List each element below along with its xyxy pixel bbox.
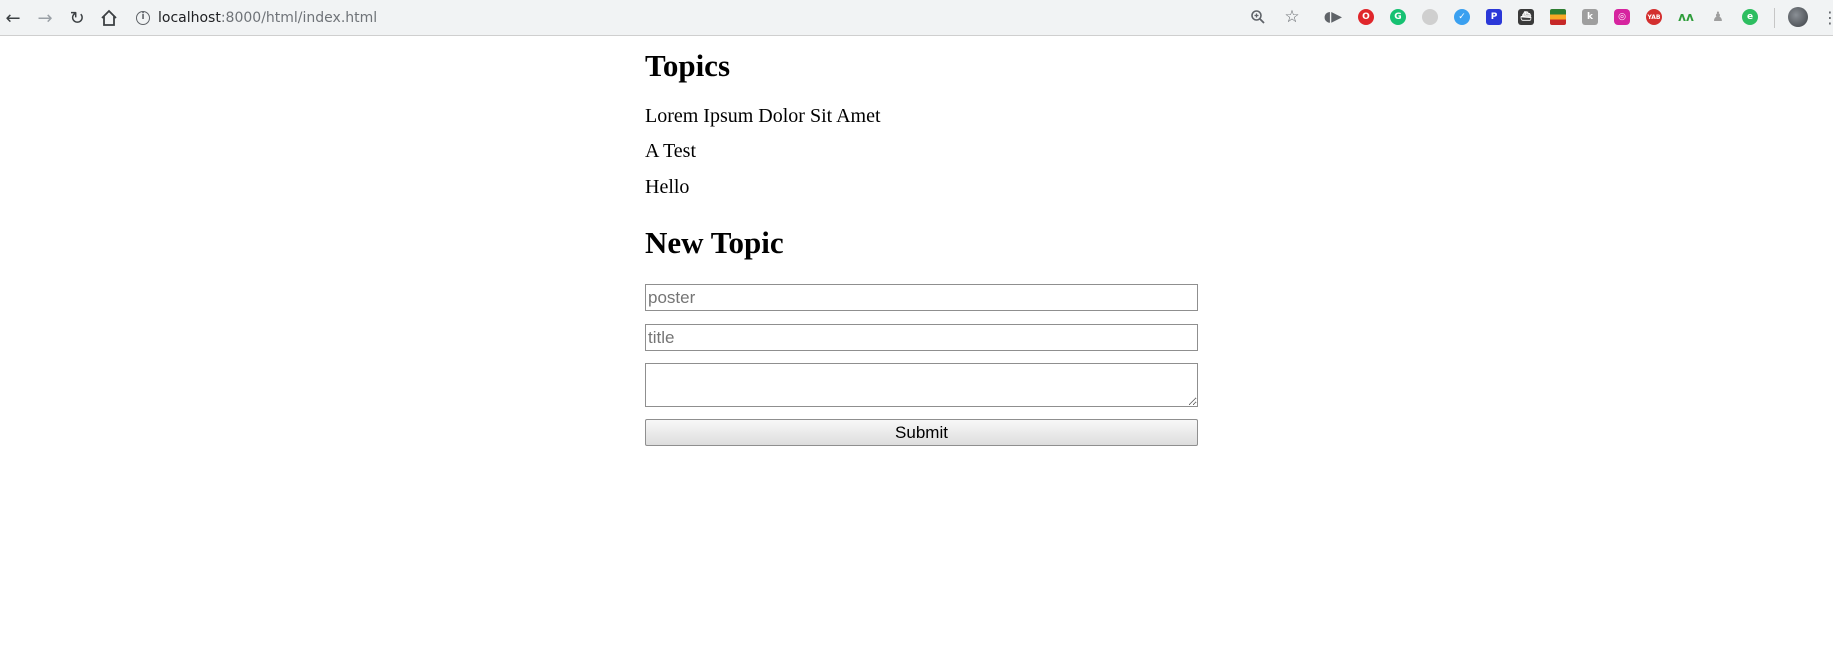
instagram-extension-icon[interactable]: ◎ — [1614, 9, 1630, 25]
colorbars-extension-icon[interactable] — [1550, 9, 1566, 25]
url-host: localhost — [158, 10, 221, 26]
p-extension-icon[interactable]: P — [1486, 9, 1502, 25]
home-icon-svg — [101, 9, 117, 26]
topics-heading: Topics — [645, 48, 731, 83]
zoom-icon[interactable] — [1249, 8, 1267, 26]
topic-item: A Test — [645, 140, 697, 162]
gray-circle-extension-icon[interactable] — [1422, 9, 1438, 25]
ship-extension-icon[interactable]: ⛴ — [1518, 9, 1534, 25]
check-extension-icon[interactable]: ✓ — [1454, 9, 1470, 25]
browser-toolbar: ← → ↻ i localhost:8000/html/index.html ☆… — [0, 0, 1833, 36]
reload-icon[interactable]: ↻ — [65, 6, 89, 30]
topic-body-textarea[interactable] — [645, 363, 1198, 407]
green-arrows-extension-icon[interactable]: ʌʌ — [1678, 9, 1694, 25]
audio-extension-icon[interactable]: ◖▶ — [1324, 8, 1342, 26]
url-path: :8000/html/index.html — [220, 10, 378, 26]
opera-extension-icon[interactable]: O — [1358, 9, 1374, 25]
grammarly-extension-icon[interactable]: G — [1390, 9, 1406, 25]
evernote-extension-icon[interactable]: e — [1742, 9, 1758, 25]
gray-square-extension-icon[interactable]: k — [1582, 9, 1598, 25]
address-bar[interactable]: i localhost:8000/html/index.html — [136, 6, 1236, 30]
poster-input[interactable] — [645, 284, 1198, 311]
info-icon[interactable]: i — [136, 11, 150, 25]
topic-item: Hello — [645, 176, 690, 198]
yab-extension-icon[interactable]: YAB — [1646, 9, 1662, 25]
new-topic-heading: New Topic — [645, 225, 784, 260]
toolbar-separator — [1774, 8, 1775, 28]
home-icon[interactable] — [97, 6, 121, 30]
back-arrow-icon[interactable]: ← — [1, 6, 25, 30]
title-input[interactable] — [645, 324, 1198, 351]
submit-button[interactable]: Submit — [645, 419, 1198, 446]
topic-item: Lorem Ipsum Dolor Sit Amet — [645, 105, 881, 127]
person-extension-icon[interactable]: ♟ — [1710, 9, 1726, 25]
profile-avatar[interactable] — [1788, 7, 1808, 27]
star-icon[interactable]: ☆ — [1283, 7, 1301, 27]
kebab-menu-icon[interactable]: ⋮ — [1822, 6, 1833, 30]
forward-arrow-icon[interactable]: → — [33, 6, 57, 30]
zoom-icon-svg — [1251, 10, 1265, 24]
